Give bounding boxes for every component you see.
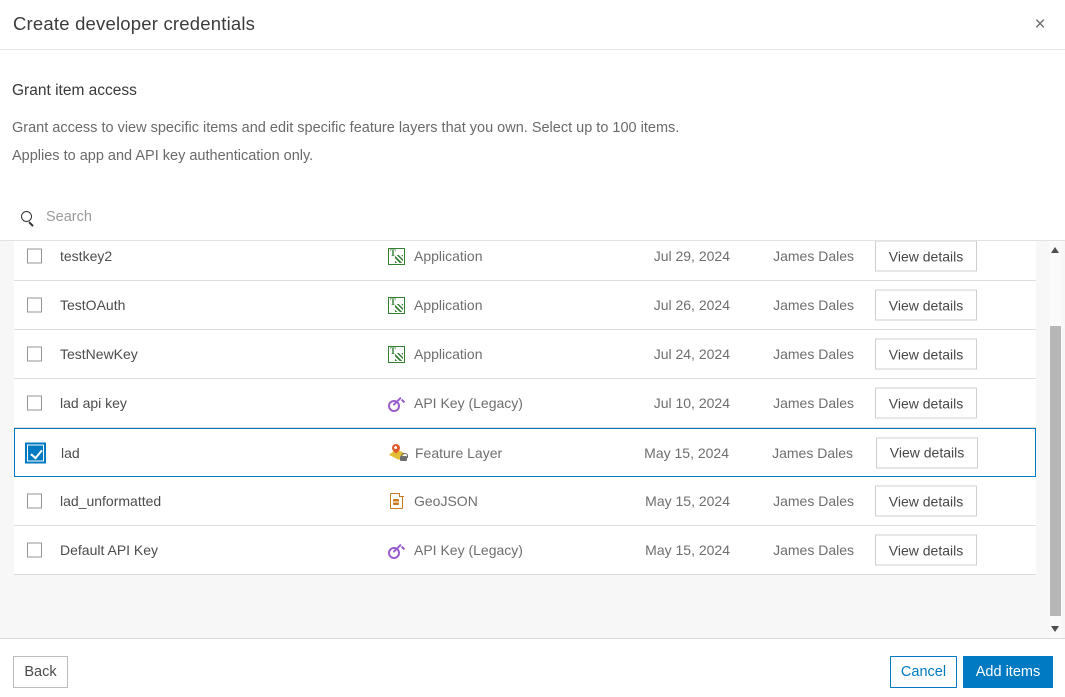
view-details-button[interactable]: View details — [875, 534, 977, 566]
item-date: May 15, 2024 — [644, 444, 729, 461]
dialog-header: Create developer credentials × — [0, 0, 1065, 50]
item-name: TestNewKey — [60, 346, 138, 362]
item-date: May 15, 2024 — [645, 542, 730, 558]
api-key-icon — [388, 542, 406, 559]
row-checkbox[interactable] — [27, 542, 42, 558]
add-items-button[interactable]: Add items — [963, 656, 1053, 688]
table-row[interactable]: testkey2 Application Jul 29, 2024 James … — [14, 241, 1036, 281]
row-checkbox[interactable] — [27, 395, 42, 411]
feature-layer-icon — [389, 444, 408, 461]
scrollbar[interactable] — [1049, 241, 1062, 638]
item-name: lad api key — [60, 395, 127, 411]
item-date: Jul 10, 2024 — [653, 395, 730, 411]
api-key-icon — [388, 395, 406, 412]
item-owner: James Dales — [773, 542, 854, 558]
dialog-footer: Back Cancel Add items — [0, 638, 1065, 697]
item-type: API Key (Legacy) — [414, 542, 523, 558]
search-icon — [20, 210, 35, 225]
scroll-down-arrow-icon[interactable] — [1051, 626, 1059, 632]
view-details-button[interactable]: View details — [875, 338, 977, 370]
item-date: Jul 24, 2024 — [653, 346, 730, 362]
table-row[interactable]: TestNewKey Application Jul 24, 2024 Jame… — [14, 330, 1036, 379]
geojson-file-icon — [390, 492, 404, 509]
view-details-button[interactable]: View details — [875, 289, 977, 321]
item-name: lad — [61, 444, 80, 461]
item-name: TestOAuth — [60, 297, 126, 313]
footer-actions: Cancel Add items — [890, 656, 1053, 688]
item-type: Application — [414, 346, 483, 362]
view-details-button[interactable]: View details — [875, 241, 977, 272]
dialog-title: Create developer credentials — [13, 13, 256, 34]
row-checkbox[interactable] — [27, 248, 42, 264]
scrollbar-thumb[interactable] — [1050, 326, 1061, 616]
item-date: May 15, 2024 — [645, 493, 730, 509]
application-icon — [388, 345, 405, 363]
item-owner: James Dales — [772, 444, 853, 461]
item-owner: James Dales — [773, 248, 854, 264]
item-name: testkey2 — [60, 248, 113, 264]
item-name: Default API Key — [60, 542, 159, 558]
item-type: Feature Layer — [415, 444, 503, 461]
scroll-up-arrow-icon[interactable] — [1051, 247, 1059, 253]
item-owner: James Dales — [773, 297, 854, 313]
table-row[interactable]: lad api key API Key (Legacy) Jul 10, 202… — [14, 379, 1036, 428]
item-type: API Key (Legacy) — [414, 395, 523, 411]
application-icon — [388, 247, 405, 265]
item-type: Application — [414, 297, 483, 313]
view-details-button[interactable]: View details — [875, 387, 977, 419]
close-icon[interactable]: × — [1023, 8, 1057, 42]
table-row[interactable]: lad_unformatted GeoJSON May 15, 2024 Jam… — [14, 477, 1036, 526]
item-name: lad_unformatted — [60, 493, 162, 509]
item-owner: James Dales — [773, 346, 854, 362]
row-checkbox[interactable] — [27, 346, 42, 362]
row-checkbox[interactable] — [27, 297, 42, 313]
item-owner: James Dales — [773, 395, 854, 411]
row-checkbox[interactable] — [27, 493, 42, 509]
table-row[interactable]: Default API Key API Key (Legacy) May 15,… — [14, 526, 1036, 575]
view-details-button[interactable]: View details — [876, 437, 978, 468]
section-heading: Grant item access — [12, 82, 137, 99]
view-details-button[interactable]: View details — [875, 485, 977, 517]
search-input[interactable] — [46, 209, 1012, 225]
table-row-selected[interactable]: lad Feature Layer May 15, 2024 James Dal… — [14, 428, 1036, 477]
row-checkbox-checked[interactable] — [28, 445, 43, 460]
item-list: testkey2 Application Jul 29, 2024 James … — [0, 240, 1065, 638]
search-bar — [12, 203, 1012, 231]
item-owner: James Dales — [773, 493, 854, 509]
cancel-button[interactable]: Cancel — [890, 656, 957, 688]
table-row[interactable]: TestOAuth Application Jul 26, 2024 James… — [14, 281, 1036, 330]
create-developer-credentials-dialog: Create developer credentials × Grant ite… — [0, 0, 1065, 697]
item-date: Jul 26, 2024 — [653, 297, 730, 313]
application-icon — [388, 296, 405, 314]
item-type: Application — [414, 248, 483, 264]
description-line-1: Grant access to view specific items and … — [12, 120, 680, 136]
item-type: GeoJSON — [414, 493, 478, 509]
description-line-2: Applies to app and API key authenticatio… — [12, 148, 314, 164]
back-button[interactable]: Back — [13, 656, 68, 688]
item-date: Jul 29, 2024 — [653, 248, 730, 264]
